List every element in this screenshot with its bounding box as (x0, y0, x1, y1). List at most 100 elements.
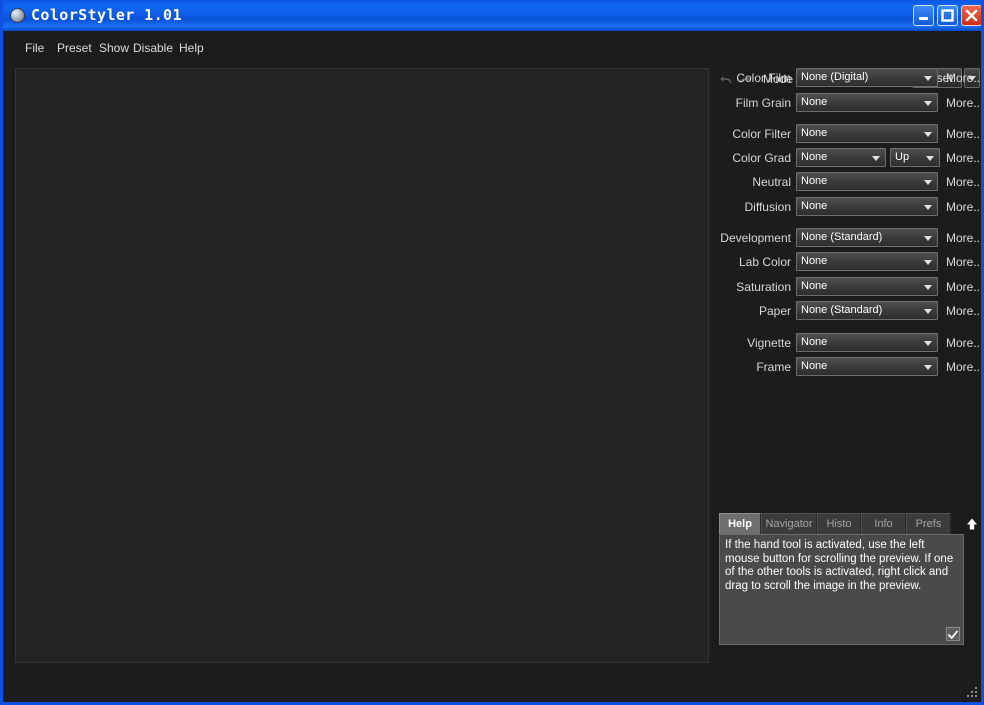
frame-more-button[interactable]: More... (946, 360, 981, 374)
select-value: None (Digital) (801, 71, 869, 83)
tab-help[interactable]: Help (719, 513, 761, 535)
control-label: Vignette (747, 336, 791, 350)
diffusion-select[interactable]: None (796, 197, 938, 216)
saturation-select[interactable]: None (796, 277, 938, 296)
select-value: None (801, 175, 828, 187)
chevron-down-icon (924, 285, 932, 290)
select-value: None (801, 151, 828, 163)
vignette-more-button[interactable]: More... (946, 336, 981, 350)
maximize-button[interactable] (937, 5, 958, 26)
saturation-more-button[interactable]: More... (946, 280, 981, 294)
color-filter-select[interactable]: None (796, 124, 938, 143)
menu-item-preset[interactable]: Preset (57, 41, 92, 55)
color-grad-direction-select[interactable]: Up (890, 148, 940, 167)
menu-item-disable[interactable]: Disable (133, 41, 173, 55)
help-text-body: If the hand tool is activated, use the l… (719, 534, 964, 645)
chevron-down-icon (924, 365, 932, 370)
tab-navigator[interactable]: Navigator (761, 513, 817, 534)
control-row-color-film: Color Film None (Digital) More... (718, 68, 981, 89)
lab-color-select[interactable]: None (796, 252, 938, 271)
control-label: Development (720, 231, 791, 245)
control-label: Lab Color (738, 255, 791, 269)
chevron-down-icon (872, 156, 880, 161)
collapse-panel-button[interactable] (964, 516, 980, 532)
development-more-button[interactable]: More... (946, 231, 981, 245)
vignette-select[interactable]: None (796, 333, 938, 352)
select-value: None (801, 200, 828, 212)
chevron-down-icon (924, 132, 932, 137)
tab-histo[interactable]: Histo (817, 513, 861, 534)
control-label: Neutral (752, 175, 791, 189)
control-row-film-grain: Film Grain None More... (718, 93, 981, 114)
control-row-lab-color: Lab Color None More... (718, 252, 981, 273)
control-row-saturation: Saturation None More... (718, 277, 981, 298)
tab-info[interactable]: Info (861, 513, 906, 534)
menu-item-file[interactable]: File (25, 41, 44, 55)
control-label: Frame (756, 360, 791, 374)
chevron-down-icon (924, 236, 932, 241)
app-logo-icon (10, 8, 25, 23)
help-panel-checkbox[interactable] (946, 627, 960, 641)
chevron-down-icon (924, 341, 932, 346)
color-grad-select[interactable]: None (796, 148, 886, 167)
window-title: ColorStyler 1.01 (31, 6, 182, 24)
select-value: None (Standard) (801, 304, 883, 316)
menu-item-show[interactable]: Show (99, 41, 129, 55)
control-label: Film Grain (735, 96, 791, 110)
title-bar: ColorStyler 1.01 (3, 0, 981, 31)
chevron-down-icon (924, 180, 932, 185)
select-value: None (801, 255, 828, 267)
select-value: None (801, 280, 828, 292)
color-filter-more-button[interactable]: More... (946, 127, 981, 141)
arrow-up-icon (967, 518, 977, 530)
control-row-development: Development None (Standard) More... (718, 228, 981, 249)
control-row-neutral: Neutral None More... (718, 172, 981, 193)
application-window: ColorStyler 1.01 File Preset Show Disabl… (0, 0, 984, 705)
bottom-status-bar: Preview Split View Off Multi Fit 100% - … (3, 663, 981, 702)
control-row-color-grad: Color Grad None Up More... (718, 148, 981, 169)
diffusion-more-button[interactable]: More... (946, 200, 981, 214)
close-button[interactable] (961, 5, 981, 26)
film-grain-select[interactable]: None (796, 93, 938, 112)
chevron-down-icon (924, 101, 932, 106)
color-grad-more-button[interactable]: More... (946, 151, 981, 165)
control-row-frame: Frame None More... (718, 357, 981, 378)
color-film-select[interactable]: None (Digital) (796, 68, 938, 87)
image-preview-canvas[interactable] (15, 68, 709, 663)
development-select[interactable]: None (Standard) (796, 228, 938, 247)
control-label: Color Filter (732, 127, 791, 141)
control-label: Diffusion (744, 200, 791, 214)
lab-color-more-button[interactable]: More... (946, 255, 981, 269)
select-value: None (801, 127, 828, 139)
chevron-down-icon (924, 309, 932, 314)
resize-grip[interactable] (966, 687, 978, 699)
control-row-paper: Paper None (Standard) More... (718, 301, 981, 322)
control-row-vignette: Vignette None More... (718, 333, 981, 354)
menu-bar: File Preset Show Disable Help Preview 1 … (3, 31, 981, 95)
neutral-select[interactable]: None (796, 172, 938, 191)
tab-prefs[interactable]: Prefs (906, 513, 951, 534)
menu-item-help[interactable]: Help (179, 41, 204, 55)
color-film-more-button[interactable]: More... (946, 71, 981, 85)
control-row-diffusion: Diffusion None More... (718, 197, 981, 218)
paper-more-button[interactable]: More... (946, 304, 981, 318)
control-label: Saturation (736, 280, 791, 294)
film-grain-more-button[interactable]: More... (946, 96, 981, 110)
frame-select[interactable]: None (796, 357, 938, 376)
select-value: None (801, 96, 828, 108)
paper-select[interactable]: None (Standard) (796, 301, 938, 320)
info-panel: Help Navigator Histo Info Prefs If the h… (719, 513, 979, 660)
neutral-more-button[interactable]: More... (946, 175, 981, 189)
control-label: Color Film (736, 71, 791, 85)
control-label: Paper (758, 304, 791, 318)
select-value: None (801, 336, 828, 348)
select-value: None (Standard) (801, 231, 883, 243)
checkmark-icon (948, 630, 958, 639)
select-value: None (801, 360, 828, 372)
chevron-down-icon (924, 205, 932, 210)
chevron-down-icon (924, 260, 932, 265)
chevron-down-icon (926, 156, 934, 161)
chevron-down-icon (924, 76, 932, 81)
control-label: Color Grad (732, 151, 791, 165)
minimize-button[interactable] (913, 5, 934, 26)
